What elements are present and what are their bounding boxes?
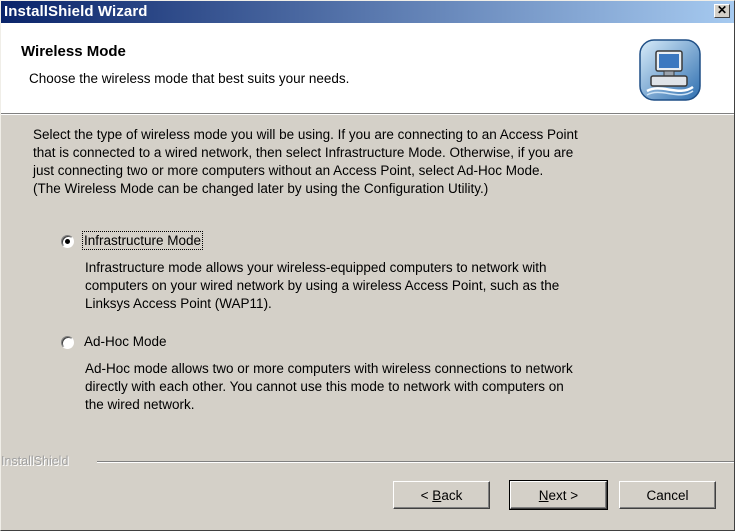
page-subtitle: Choose the wireless mode that best suits… [29,71,350,86]
description-line: Linksys Access Point (WAP11). [85,296,272,311]
infrastructure-mode-description: Infrastructure mode allows your wireless… [85,259,705,313]
back-mnemonic: B [432,487,442,503]
description-line: directly with each other. You cannot use… [85,379,564,394]
instructions-line: just connecting two or more computers wi… [33,163,544,178]
ad-hoc-mode-radio[interactable] [61,336,74,349]
description-line: Infrastructure mode allows your wireless… [85,260,547,275]
branding-text: InstallShield [1,454,69,468]
infrastructure-mode-radio[interactable] [61,235,74,248]
back-rest: ack [441,487,463,503]
wizard-header: Wireless Mode Choose the wireless mode t… [1,23,734,114]
description-line: Ad-Hoc mode allows two or more computers… [85,361,573,376]
infrastructure-mode-label[interactable]: Infrastructure Mode [81,231,204,250]
close-icon[interactable]: ✕ [714,4,730,18]
description-line: the wired network. [85,397,195,412]
back-button[interactable]: < Back [393,481,490,509]
instructions-line: that is connected to a wired network, th… [33,145,574,160]
radio-selected-dot [65,239,70,244]
instructions-line: Select the type of wireless mode you wil… [33,127,578,142]
title-bar[interactable]: InstallShield Wizard ✕ [1,1,734,23]
ad-hoc-mode-description: Ad-Hoc mode allows two or more computers… [85,360,705,414]
instructions-line: (The Wireless Mode can be changed later … [33,181,489,196]
next-rest: ext > [548,487,579,503]
computer-network-icon [639,39,701,101]
ad-hoc-mode-label[interactable]: Ad-Hoc Mode [84,334,167,349]
cancel-button[interactable]: Cancel [619,481,716,509]
next-mnemonic: N [538,487,549,503]
installshield-branding: InstallShield [1,454,734,468]
back-prefix: < [420,487,433,503]
window-title: InstallShield Wizard [4,3,148,20]
installshield-wizard-window: InstallShield Wizard ✕ Wireless Mode Cho… [0,0,735,531]
branding-divider [97,461,734,463]
next-button[interactable]: Next > [509,480,608,510]
page-title: Wireless Mode [21,43,126,60]
instructions-text: Select the type of wireless mode you wil… [33,126,713,198]
header-divider [1,114,734,115]
description-line: computers on your wired network by using… [85,278,560,293]
